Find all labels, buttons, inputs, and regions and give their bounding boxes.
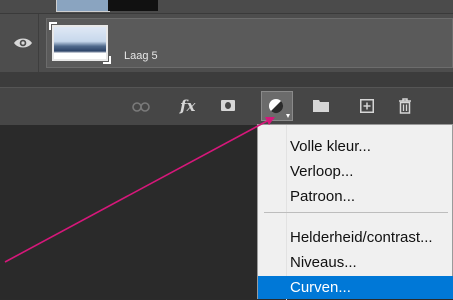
canvas-background (0, 125, 257, 299)
menu-item-levels[interactable]: Niveaus... (258, 251, 453, 274)
visibility-column-divider (38, 14, 39, 72)
previous-layer-thumbnail[interactable] (56, 0, 110, 12)
menu-item-pattern[interactable]: Patroon... (258, 185, 453, 208)
previous-layer-row[interactable] (0, 0, 453, 14)
menu-item-gradient[interactable]: Verloop... (258, 160, 453, 183)
menu-item-solid-color[interactable]: Volle kleur... (258, 135, 453, 158)
panel-empty-area (0, 72, 453, 87)
link-icon[interactable] (132, 102, 150, 112)
dropdown-triangle-icon (286, 114, 290, 118)
layer-row[interactable]: Laag 5 (0, 14, 453, 72)
menu-item-brightness-contrast[interactable]: Helderheid/contrast... (258, 226, 453, 249)
fx-icon[interactable]: fx (180, 98, 195, 114)
layer-name[interactable]: Laag 5 (124, 50, 158, 62)
trash-icon[interactable] (398, 98, 412, 114)
menu-item-curves[interactable]: Curven... (258, 276, 453, 299)
new-layer-icon[interactable] (360, 99, 374, 113)
adjustment-layer-button[interactable] (261, 91, 293, 121)
adjustment-layer-menu: Volle kleur... Verloop... Patroon... Hel… (257, 124, 453, 300)
adjustment-layer-icon (269, 99, 284, 114)
layers-toolbar: fx (0, 87, 453, 126)
folder-icon[interactable] (313, 99, 329, 112)
layer-thumbnail[interactable] (49, 22, 111, 64)
mask-icon[interactable] (221, 100, 235, 111)
previous-layer-mask-thumbnail[interactable] (108, 0, 158, 11)
menu-separator (264, 212, 448, 213)
eye-icon[interactable] (13, 36, 33, 50)
